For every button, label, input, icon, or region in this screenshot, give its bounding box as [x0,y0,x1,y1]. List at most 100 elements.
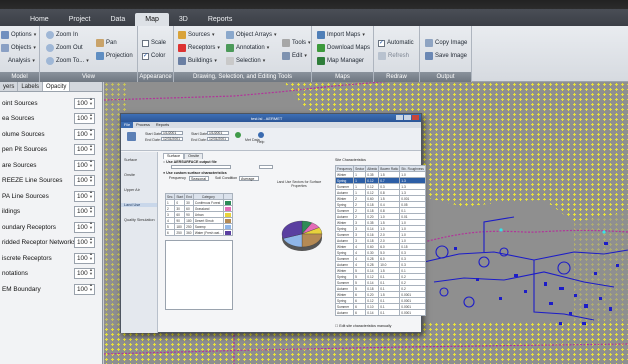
start-date-field-2[interactable]: 1/1/2001 [207,131,229,135]
opacity-row: iscrete Receptors 100 ▲ ▼ [0,251,103,265]
tab-map[interactable]: Map [135,13,169,26]
selection-button[interactable]: Selection ▾ [226,56,265,66]
aersurface-file-field[interactable] [171,165,231,169]
sources-button[interactable]: Sources ▾ [178,30,215,40]
ribbon-group-model: Options ▾ Objects ▾ Analysis ▾ Model [0,26,40,82]
tab-opacity[interactable]: Opacity [43,82,71,91]
subtab-surface[interactable]: Surface [163,153,185,159]
spinner-arrows-icon[interactable]: ▲ ▼ [88,189,94,199]
dialog-ribbon: Start Date: 1/1/2001 End Date: 12/31/200… [121,128,421,151]
automatic-checkbox[interactable]: ✓ Automatic [378,38,414,48]
table-row[interactable]: 6 250 360 Water (Fresh wat... [164,229,234,236]
tab-reports[interactable]: Reports [198,13,243,26]
run-icon[interactable] [127,132,136,141]
close-button[interactable] [412,115,419,120]
edit-button[interactable]: Edit ▾ [282,51,307,61]
receptors-button[interactable]: Receptors ▾ [178,43,220,53]
tab-home[interactable]: Home [20,13,59,26]
receptors-icon [178,44,186,52]
tab-labels[interactable]: Labels [18,82,44,91]
building [549,302,553,305]
objects-button[interactable]: Objects ▾ [1,43,36,53]
tab-data[interactable]: Data [100,13,135,26]
copy-image-button[interactable]: Copy Image [425,38,467,48]
spinner-arrows-icon[interactable]: ▲ ▼ [88,220,94,230]
ribbon-group-maps: Import Maps ▾ Download Maps Map Manager M… [312,26,374,82]
options-button[interactable]: Options ▾ [1,30,36,40]
maximize-button[interactable] [404,115,411,120]
spinner-arrows-icon[interactable]: ▲ ▼ [88,205,94,215]
tank-outline [499,247,509,257]
spinner-arrows-icon[interactable]: ▲ ▼ [88,267,94,277]
site-characteristics-table[interactable]: Frequency Sector Albedo Bowen Ratio Sfc. Rou… [334,165,426,316]
spinner-arrows-icon[interactable]: ▲ ▼ [88,96,94,106]
zoom-to-button[interactable]: Zoom To... ▾ [46,56,89,66]
subtab-onsite[interactable]: Onsite [184,153,204,159]
land-use-subtabs: Surface Onsite [163,153,204,159]
dialog-title: test.lsl - AERMET [251,115,283,121]
nav-land-use[interactable]: Land Use [121,203,157,207]
spinner-arrows-icon[interactable]: ▲ ▼ [88,112,94,122]
globe-icon[interactable] [235,132,241,138]
group-title-redraw: Redraw [374,72,419,82]
buildings-button[interactable]: Buildings ▾ [178,56,217,66]
edit-icon [282,52,290,60]
download-maps-button[interactable]: Download Maps [317,43,370,53]
option-aersurface[interactable]: ○ Use AERSURFACE output file [163,160,217,164]
help-icon[interactable] [258,132,264,138]
opacity-row: ildings 100 ▲ ▼ [0,205,103,219]
nav-onsite[interactable]: Onsite [124,173,135,177]
soil-condition-select[interactable]: Average [239,176,259,181]
pan-button[interactable]: Pan [96,38,117,48]
help-label: Help [257,140,265,144]
tab-3d[interactable]: 3D [169,13,198,26]
group-title-model: Model [0,72,39,82]
save-image-button[interactable]: Save Image [425,51,467,61]
scale-checkbox[interactable]: Scale [142,38,166,48]
spinner-arrows-icon[interactable]: ▲ ▼ [88,282,94,292]
import-maps-button[interactable]: Import Maps ▾ [317,30,365,40]
sector-table[interactable]: Sec. Start End Category 1 0 30 Coniferous F… [164,193,234,236]
table-row[interactable]: Autumn 6 0.14 0.1 0.0001 [334,309,426,316]
annotation-button[interactable]: Annotation ▾ [226,43,269,53]
frequency-select[interactable]: Seasonal [189,176,209,181]
spinner-arrows-icon[interactable]: ▲ ▼ [88,158,94,168]
layer-name: pen Pit Sources [2,146,48,153]
opacity-row: ridded Receptor Networks 100 ▲ ▼ [0,236,103,250]
tab-project[interactable]: Project [59,13,101,26]
frequency-label: Frequency [169,176,186,180]
projection-button[interactable]: Projection [96,51,133,61]
spinner-arrows-icon[interactable]: ▲ ▼ [88,174,94,184]
nav-quality-simulation[interactable]: Quality Simulation [124,218,155,222]
end-date-field[interactable]: 12/31/2001 [161,137,183,141]
spinner-arrows-icon[interactable]: ▲ ▼ [88,143,94,153]
opacity-row: notations 100 ▲ ▼ [0,267,103,281]
analysis-button[interactable]: Analysis ▾ [8,56,35,66]
start-date-field[interactable]: 1/1/2001 [161,131,183,135]
building [524,290,527,293]
end-date-field-2[interactable]: 12/31/2001 [207,137,229,141]
spinner-arrows-icon[interactable]: ▲ ▼ [88,127,94,137]
browse-button[interactable] [259,165,273,169]
map-icon [317,57,325,65]
zoom-in-button[interactable]: Zoom In [46,30,78,40]
spinner-arrows-icon[interactable]: ▲ ▼ [88,251,94,261]
edit-manually-checkbox[interactable]: ☐ Edit site characteristics manually [335,324,391,328]
nav-upper-air[interactable]: Upper Air [124,188,140,192]
minimize-button[interactable] [396,115,403,120]
zoom-out-button[interactable]: Zoom Out [46,43,83,53]
layer-name: ridded Receptor Networks [2,239,76,246]
tab-layers[interactable]: yers [0,82,19,91]
tools-button[interactable]: Tools ▾ [282,38,311,48]
map-manager-button[interactable]: Map Manager [317,56,364,66]
color-checkbox[interactable]: ✓ Color [142,51,165,61]
nav-surface[interactable]: Surface [124,158,137,162]
opacity-row: oint Sources 100 ▲ ▼ [0,96,103,110]
refresh-button[interactable]: Refresh [378,51,409,61]
soil-condition-label: Soil Condition [215,176,238,180]
spinner-arrows-icon[interactable]: ▲ ▼ [88,236,94,246]
opacity-row: olume Sources 100 ▲ ▼ [0,127,103,141]
category-color-swatch [224,206,231,211]
option-custom[interactable]: ● Use custom surface characteristics [163,171,227,175]
object-arrays-button[interactable]: Object Arrays ▾ [226,30,277,40]
